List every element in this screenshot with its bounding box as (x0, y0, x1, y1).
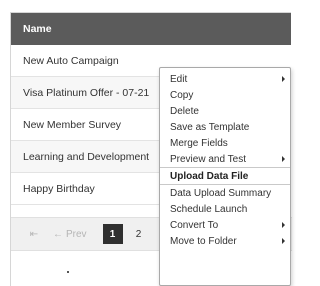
row-name: Learning and Development (23, 150, 150, 163)
menu-item-delete[interactable]: Delete (160, 103, 290, 119)
page-button-2[interactable]: 2 (129, 224, 149, 244)
menu-item-label: Convert To (170, 219, 219, 231)
menu-item-upload-data-file[interactable]: Upload Data File (160, 167, 290, 185)
menu-item-label: Move to Folder (170, 235, 237, 247)
submenu-arrow-icon (282, 238, 285, 244)
menu-item-label: Preview and Test (170, 153, 246, 165)
back-arrow-icon: ← (53, 228, 63, 240)
menu-item-label: Schedule Launch (170, 203, 248, 215)
prev-page-button[interactable]: ← Prev (53, 229, 87, 240)
menu-item-copy[interactable]: Copy (160, 87, 290, 103)
menu-item-label: Delete (170, 105, 199, 117)
menu-item-label: Edit (170, 73, 188, 85)
name-column-header-label: Name (23, 23, 52, 35)
row-name: New Member Survey (23, 118, 122, 131)
decorative-dot (67, 271, 69, 273)
submenu-arrow-icon (282, 156, 285, 162)
page-button-1[interactable]: 1 (102, 224, 123, 244)
first-page-icon[interactable]: ⇤ (25, 229, 43, 240)
menu-item-save-as-template[interactable]: Save as Template (160, 119, 290, 135)
name-column-header[interactable]: Name (11, 13, 291, 45)
row-name: Visa Platinum Offer - 07-21 (23, 86, 150, 99)
row-name: New Auto Campaign (23, 54, 119, 67)
menu-item-convert-to[interactable]: Convert To (160, 217, 290, 233)
submenu-arrow-icon (282, 76, 285, 82)
menu-item-label: Save as Template (170, 121, 250, 133)
menu-item-preview-and-test[interactable]: Preview and Test (160, 151, 290, 167)
menu-item-move-to-folder[interactable]: Move to Folder (160, 233, 290, 249)
menu-item-merge-fields[interactable]: Merge Fields (160, 135, 290, 151)
submenu-arrow-icon (282, 222, 285, 228)
context-menu: Edit Copy Delete Save as Template Merge … (159, 67, 291, 286)
prev-label: Prev (66, 228, 87, 240)
row-name: Happy Birthday (23, 182, 95, 195)
menu-item-label: Data Upload Summary (170, 187, 272, 199)
menu-item-schedule-launch[interactable]: Schedule Launch (160, 201, 290, 217)
menu-item-data-upload-summary[interactable]: Data Upload Summary (160, 185, 290, 201)
menu-item-label: Upload Data File (170, 170, 249, 182)
menu-item-label: Merge Fields (170, 137, 228, 149)
menu-item-label: Copy (170, 89, 194, 101)
menu-item-edit[interactable]: Edit (160, 71, 290, 87)
